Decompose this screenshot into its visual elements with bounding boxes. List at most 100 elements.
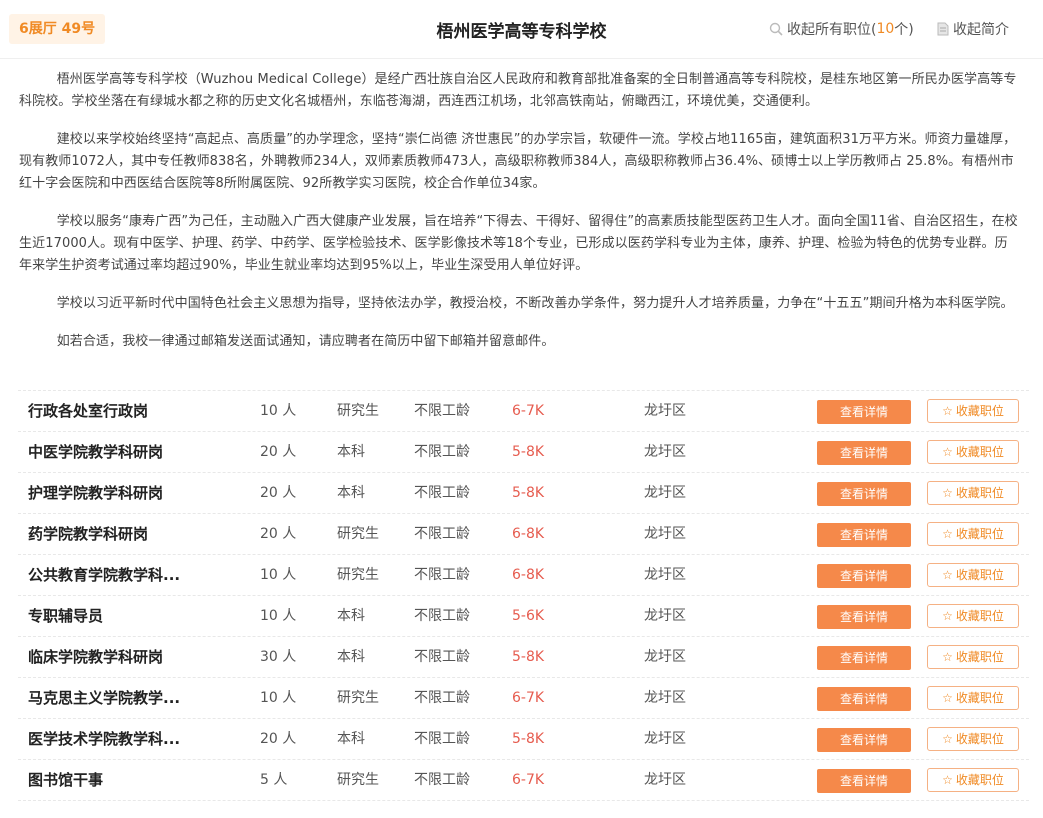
job-headcount: 10 人 — [260, 403, 297, 419]
collapse-intro-label: 收起简介 — [953, 22, 1009, 38]
job-experience: 不限工龄 — [414, 649, 470, 665]
collapse-intro-link[interactable]: 收起简介 — [937, 19, 1009, 39]
view-details-button[interactable]: 查看详情 — [817, 646, 911, 670]
job-salary: 6-7K — [512, 403, 545, 419]
star-icon: ☆ — [942, 732, 953, 746]
company-header: 6展厅 49号 梧州医学高等专科学校 收起所有职位(10 个) 收起简介 — [0, 0, 1043, 59]
star-icon: ☆ — [942, 609, 953, 623]
job-list: 行政各处室行政岗 10 人研究生 不限工龄 6-7K 龙圩区 查看详情 ☆ 收藏职位 中医学院教… — [18, 390, 1029, 801]
job-row: 马克思主义学院教学... 10 人 研究生 不限工龄 6-7K 龙圩区 查看详情 ☆ 收藏职位 — [18, 678, 1029, 719]
star-icon: ☆ — [942, 568, 953, 582]
job-name[interactable]: 护理学院教学科研岗 — [28, 473, 198, 513]
job-name[interactable]: 行政各处室行政岗 — [28, 391, 198, 431]
collapse-positions-suffix: 个) — [894, 22, 914, 38]
job-headcount: 20 人 — [260, 444, 297, 460]
view-details-button[interactable]: 查看详情 — [817, 564, 911, 588]
favorite-job-button[interactable]: ☆ 收藏职位 — [927, 768, 1019, 792]
job-row: 药学院教学科研岗 20 人 研究生 不限工龄 6-8K 龙圩区 查看详情 ☆ 收藏职位 — [18, 514, 1029, 555]
job-location: 龙圩区 — [644, 444, 686, 460]
job-name[interactable]: 临床学院教学科研岗 — [28, 637, 198, 677]
job-education: 本科 — [337, 731, 365, 747]
job-salary: 5-8K — [512, 731, 545, 747]
job-headcount: 10 人 — [260, 690, 297, 706]
favorite-job-button[interactable]: ☆ 收藏职位 — [927, 604, 1019, 628]
job-experience: 不限工龄 — [414, 608, 470, 624]
job-education: 研究生 — [337, 690, 379, 706]
view-details-button[interactable]: 查看详情 — [817, 605, 911, 629]
star-icon: ☆ — [942, 527, 953, 541]
job-headcount: 20 人 — [260, 731, 297, 747]
job-name[interactable]: 医学技术学院教学科... — [28, 719, 198, 759]
job-experience: 不限工龄 — [414, 526, 470, 542]
star-icon: ☆ — [942, 486, 953, 500]
job-education: 研究生 — [337, 403, 379, 419]
job-salary: 6-7K — [512, 690, 545, 706]
company-intro: 梧州医学高等专科学校（Wuzhou Medical College）是经广西壮族… — [0, 59, 1043, 353]
job-education: 本科 — [337, 444, 365, 460]
job-education: 本科 — [337, 649, 365, 665]
document-icon — [937, 22, 949, 36]
favorite-job-button[interactable]: ☆ 收藏职位 — [927, 481, 1019, 505]
view-details-button[interactable]: 查看详情 — [817, 482, 911, 506]
favorite-job-button[interactable]: ☆ 收藏职位 — [927, 399, 1019, 423]
job-name[interactable]: 公共教育学院教学科... — [28, 555, 198, 595]
job-headcount: 10 人 — [260, 567, 297, 583]
view-details-button[interactable]: 查看详情 — [817, 400, 911, 424]
job-location: 龙圩区 — [644, 731, 686, 747]
job-salary: 5-8K — [512, 444, 545, 460]
job-name[interactable]: 专职辅导员 — [28, 596, 198, 636]
view-details-button[interactable]: 查看详情 — [817, 769, 911, 793]
positions-count: 10 — [876, 21, 895, 37]
favorite-job-button[interactable]: ☆ 收藏职位 — [927, 563, 1019, 587]
favorite-job-button[interactable]: ☆ 收藏职位 — [927, 686, 1019, 710]
collapse-positions-link[interactable]: 收起所有职位(10 个) — [769, 19, 914, 39]
job-name[interactable]: 药学院教学科研岗 — [28, 514, 198, 554]
job-location: 龙圩区 — [644, 567, 686, 583]
job-education: 本科 — [337, 608, 365, 624]
job-education: 研究生 — [337, 772, 379, 788]
intro-paragraph: 梧州医学高等专科学校（Wuzhou Medical College）是经广西壮族… — [19, 72, 1017, 109]
view-details-button[interactable]: 查看详情 — [817, 687, 911, 711]
job-headcount: 20 人 — [260, 526, 297, 542]
job-experience: 不限工龄 — [414, 444, 470, 460]
job-location: 龙圩区 — [644, 403, 686, 419]
job-location: 龙圩区 — [644, 608, 686, 624]
job-name[interactable]: 中医学院教学科研岗 — [28, 432, 198, 472]
job-name[interactable]: 马克思主义学院教学... — [28, 678, 198, 718]
intro-paragraph: 建校以来学校始终坚持“高起点、高质量”的办学理念，坚持“崇仁尚德 济世惠民”的办… — [19, 132, 1017, 191]
job-experience: 不限工龄 — [414, 731, 470, 747]
booth-badge: 6展厅 49号 — [9, 14, 106, 44]
favorite-job-button[interactable]: ☆ 收藏职位 — [927, 645, 1019, 669]
favorite-label: 收藏职位 — [955, 486, 1004, 500]
view-details-button[interactable]: 查看详情 — [817, 441, 911, 465]
favorite-job-button[interactable]: ☆ 收藏职位 — [927, 440, 1019, 464]
favorite-label: 收藏职位 — [955, 527, 1004, 541]
job-headcount: 5 人 — [260, 772, 288, 788]
job-name[interactable]: 图书馆干事 — [28, 760, 198, 800]
job-education: 本科 — [337, 485, 365, 501]
job-row: 中医学院教学科研岗 20 人 本科 不限工龄 5-8K 龙圩区 查看详情 ☆ 收藏职位 — [18, 432, 1029, 473]
job-salary: 6-7K — [512, 772, 545, 788]
favorite-label: 收藏职位 — [955, 773, 1004, 787]
job-location: 龙圩区 — [644, 526, 686, 542]
job-row: 临床学院教学科研岗 30 人 本科 不限工龄 5-8K 龙圩区 查看详情 ☆ 收藏职位 — [18, 637, 1029, 678]
favorite-label: 收藏职位 — [955, 404, 1004, 418]
job-education: 研究生 — [337, 526, 379, 542]
view-details-button[interactable]: 查看详情 — [817, 523, 911, 547]
view-details-button[interactable]: 查看详情 — [817, 728, 911, 752]
job-location: 龙圩区 — [644, 649, 686, 665]
job-row: 公共教育学院教学科... 10 人 研究生 不限工龄 6-8K 龙圩区 查看详情 ☆ 收藏职位 — [18, 555, 1029, 596]
job-row: 护理学院教学科研岗 20 人 本科 不限工龄 5-8K 龙圩区 查看详情 ☆ 收藏职位 — [18, 473, 1029, 514]
job-experience: 不限工龄 — [414, 690, 470, 706]
favorite-job-button[interactable]: ☆ 收藏职位 — [927, 727, 1019, 751]
star-icon: ☆ — [942, 404, 953, 418]
job-salary: 6-8K — [512, 567, 545, 583]
favorite-label: 收藏职位 — [955, 445, 1004, 459]
favorite-label: 收藏职位 — [955, 691, 1004, 705]
star-icon: ☆ — [942, 650, 953, 664]
job-experience: 不限工龄 — [414, 403, 470, 419]
favorite-label: 收藏职位 — [955, 568, 1004, 582]
favorite-job-button[interactable]: ☆ 收藏职位 — [927, 522, 1019, 546]
intro-paragraph: 学校以服务“康寿广西”为己任，主动融入广西大健康产业发展，旨在培养“下得去、干得… — [19, 214, 1018, 273]
job-row: 行政各处室行政岗 10 人 研究生 不限工龄 6-7K 龙圩区 查看详情 ☆ 收藏职位 — [18, 391, 1029, 432]
